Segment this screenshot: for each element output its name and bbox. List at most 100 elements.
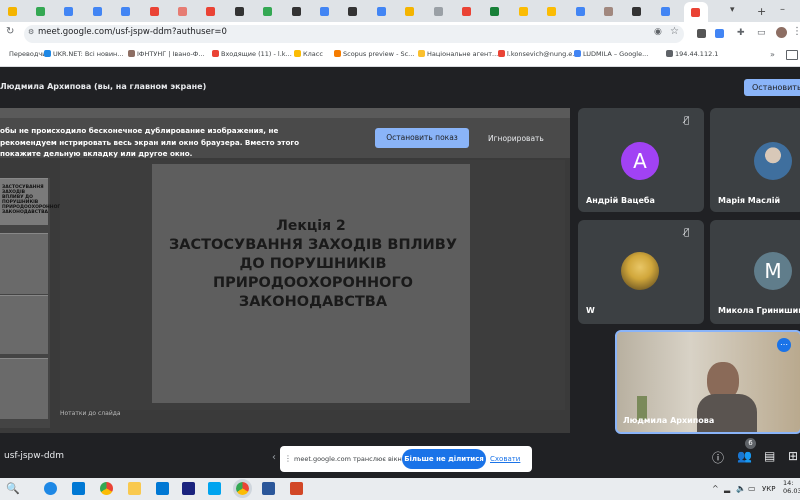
volume-icon[interactable]: 🔈 [736,484,746,493]
participant-tile[interactable]: М Микола Гринишин [710,220,800,324]
slide-notes[interactable]: Нотатки до слайда [60,410,121,417]
info-icon[interactable]: ⓘ [712,449,724,466]
clock[interactable]: 14:06.03. [783,479,800,495]
all-bookmarks-folder-icon[interactable] [786,50,798,60]
tab-favicon-icon [632,6,642,16]
hide-link[interactable]: Сховати [490,455,520,463]
battery-icon[interactable]: ▭ [748,484,756,493]
minimize-icon[interactable]: – [780,4,785,15]
browser-tab[interactable] [485,3,505,19]
participant-tile[interactable]: А Андрій Вацеба 🎙̸ [578,108,704,212]
chat-icon[interactable]: ▤ [764,449,775,463]
network-icon[interactable]: ▂ [724,484,730,493]
browser-tab[interactable] [30,3,50,19]
browser-tab[interactable] [400,3,420,19]
file-explorer-icon[interactable] [128,482,141,495]
browser-menu-icon[interactable]: ⋮ [792,26,800,37]
self-view-tile[interactable]: ⋯ Людмила Архипова [615,330,800,434]
browser-tab[interactable] [201,3,221,19]
bookmark-star-icon[interactable]: ☆ [670,26,679,37]
slide-thumbnail[interactable] [0,295,48,354]
browser-tab[interactable] [570,3,590,19]
participant-tile[interactable]: W 🎙̸ [578,220,704,324]
bookmark-label: UKR.NET: Всі новин... [53,50,124,58]
browser-tab[interactable] [428,3,448,19]
browser-tab[interactable] [314,3,334,19]
browser-tab[interactable] [655,3,675,19]
participant-photo [754,142,792,180]
browser-tab[interactable] [229,3,249,19]
browser-tab[interactable] [598,3,618,19]
word-icon[interactable] [262,482,275,495]
bookmark-item[interactable]: 194.44.112.1 [666,50,718,58]
ignore-button[interactable]: Игнорировать [488,134,544,143]
browser-tab[interactable] [513,3,533,19]
bookmark-item[interactable]: Класс [294,50,323,58]
search-icon[interactable]: 🔍 [6,482,20,495]
tab-favicon-icon [206,6,216,16]
browser-tab[interactable] [371,3,391,19]
bookmark-favicon-icon [334,50,341,57]
controls-chevron-icon[interactable]: ‹ [272,452,276,463]
browser-tab[interactable] [627,3,647,19]
bookmark-item[interactable]: Національне агент... [418,50,498,58]
slide-thumbnails-panel [0,178,50,428]
browser-tab[interactable] [258,3,278,19]
browser-tab[interactable] [87,3,107,19]
powerpoint-icon[interactable] [290,482,303,495]
browser-tab[interactable] [172,3,192,19]
bookmark-item[interactable]: ІФНТУНГ | Івано-Ф... [128,50,205,58]
keyboard-language[interactable]: УКР [762,485,775,493]
bookmark-item[interactable]: UKR.NET: Всі новин... [44,50,124,58]
mail-icon[interactable] [156,482,169,495]
extension-icon-1[interactable] [697,29,706,38]
bookmark-item[interactable]: l.konsevich@nung.e... [498,50,578,58]
people-icon[interactable]: 👥 [737,449,752,463]
browser-tab[interactable] [116,3,136,19]
edge-icon[interactable] [44,482,57,495]
bookmark-item[interactable]: Переводчик [0,50,50,58]
new-tab-icon[interactable]: + [757,5,766,18]
site-info-icon[interactable]: ⚙ [28,28,34,36]
chrome-active-icon[interactable] [233,479,252,498]
browser-tab[interactable] [144,3,164,19]
app-icon[interactable] [182,482,195,495]
stop-sharing-bar-button[interactable]: Більше не ділитися [402,449,486,469]
reload-icon[interactable]: ↻ [6,26,14,37]
extension-icon-2[interactable] [715,29,724,38]
bookmark-item[interactable]: Входящие (11) - l.k... [212,50,292,58]
browser-tab[interactable] [683,2,708,22]
more-bookmarks-icon[interactable]: » [770,50,775,59]
slide-thumbnail[interactable] [0,233,48,294]
bookmark-item[interactable]: Scopus preview - Sc... [334,50,414,58]
tile-options-icon[interactable]: ⋯ [777,338,791,352]
tab-favicon-icon [376,6,386,16]
mirror-warning-text: обы не происходило бесконечное дублирова… [0,126,300,158]
participant-tile[interactable]: Марія Маслій [710,108,800,212]
mic-muted-icon: 🎙̸ [684,116,690,126]
profile-avatar[interactable] [776,27,787,38]
browser-tab[interactable] [59,3,79,19]
app-icon-2[interactable] [208,482,221,495]
chrome-icon[interactable] [100,482,113,495]
browser-tab[interactable] [456,3,476,19]
participant-name: Марія Маслій [718,196,781,205]
activities-icon[interactable]: ⊞ [788,449,798,463]
tray-chevron-icon[interactable]: ^ [712,484,719,493]
sidebar-panel-icon[interactable]: ▭ [757,28,766,38]
drag-handle-icon[interactable]: ⋮ [284,454,292,463]
browser-tab[interactable] [2,3,22,19]
store-icon[interactable] [72,482,85,495]
camera-in-use-icon[interactable]: ◉ [654,27,662,37]
tab-search-icon[interactable]: ▾ [730,5,735,15]
stop-sharing-button[interactable]: Остановить показ [375,128,469,148]
bookmark-label: LUDMILA – Google... [583,50,649,58]
browser-tab[interactable] [542,3,562,19]
bookmark-item[interactable]: LUDMILA – Google... [574,50,648,58]
browser-tab[interactable] [286,3,306,19]
slide-thumbnail[interactable] [0,358,48,419]
browser-tab[interactable] [343,3,363,19]
extensions-puzzle-icon[interactable]: ✚ [737,28,745,38]
url-text[interactable]: meet.google.com/usf-jspw-ddm?authuser=0 [38,27,227,37]
stop-presenting-button[interactable]: Остановить [744,79,800,96]
